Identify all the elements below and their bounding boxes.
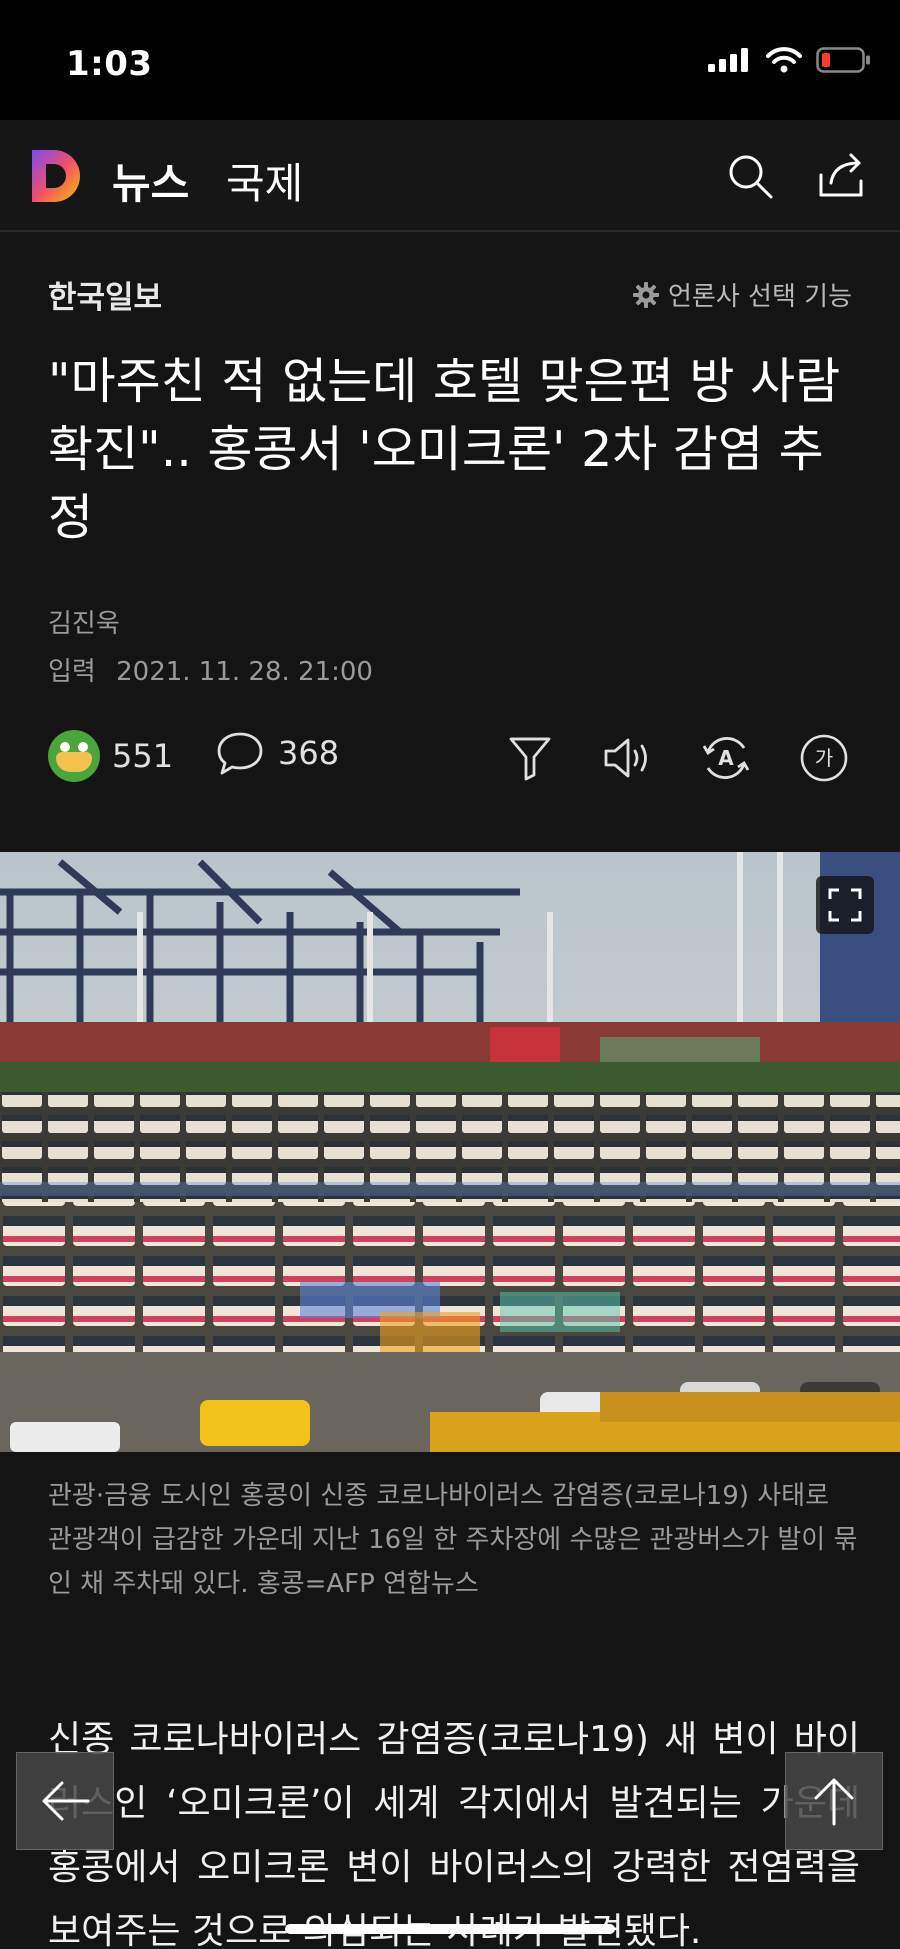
status-bar: 1:03 xyxy=(0,0,900,120)
arrow-left-icon xyxy=(42,1781,90,1821)
photo-caption: 관광·금융 도시인 홍콩이 신종 코로나바이러스 감염증(코로나19) 사태로 … xyxy=(48,1481,858,1599)
signal-icon xyxy=(708,48,748,72)
search-button[interactable] xyxy=(722,148,778,204)
back-button[interactable] xyxy=(16,1752,114,1850)
article-actions: 551 368 A 가 xyxy=(48,730,858,786)
font-size-button[interactable]: 가 xyxy=(798,732,850,784)
bus-parking-lot-photo xyxy=(0,852,900,1452)
scroll-top-button[interactable] xyxy=(785,1752,883,1850)
translate-button[interactable]: A xyxy=(700,732,752,784)
section-title[interactable]: 국제 xyxy=(226,150,303,211)
arrow-up-icon xyxy=(814,1778,854,1826)
font-size-icon: 가 xyxy=(800,734,848,782)
daum-logo[interactable] xyxy=(28,146,88,206)
reaction-button[interactable]: 551 xyxy=(48,730,173,782)
date-label: 입력 xyxy=(48,657,96,687)
publisher-select-label: 언론사 선택 기능 xyxy=(668,282,852,312)
article-headline: "마주친 적 없는데 호텔 맞은편 방 사람 확진".. 홍콩서 '오미크론' … xyxy=(48,353,841,546)
expand-photo-button[interactable] xyxy=(816,876,874,934)
summary-button[interactable] xyxy=(504,732,556,784)
translate-icon: A xyxy=(702,737,750,779)
brand-title[interactable]: 뉴스 xyxy=(112,150,189,211)
expand-icon xyxy=(828,888,862,922)
share-icon xyxy=(819,153,863,197)
article-author[interactable]: 김진욱 xyxy=(48,603,120,640)
status-icons xyxy=(708,46,872,74)
article-date: 입력 2021. 11. 28. 21:00 xyxy=(48,651,373,688)
battery-icon xyxy=(816,47,870,73)
svg-text:A: A xyxy=(718,746,734,770)
search-icon xyxy=(729,155,773,199)
wifi-icon xyxy=(766,47,802,73)
publisher-name[interactable]: 한국일보 xyxy=(48,272,162,317)
comment-count: 368 xyxy=(278,734,340,772)
comment-icon xyxy=(217,732,263,775)
date-value: 2021. 11. 28. 21:00 xyxy=(116,657,373,687)
reaction-count: 551 xyxy=(112,737,174,775)
status-time: 1:03 xyxy=(66,44,153,84)
article-body: 신종 코로나바이러스 감염증(코로나19) 새 변이 바이러스인 ‘오미크론’이… xyxy=(48,1719,860,1949)
tts-button[interactable] xyxy=(602,732,654,784)
home-indicator xyxy=(285,1924,615,1934)
speaker-icon xyxy=(604,738,647,778)
svg-text:가: 가 xyxy=(815,746,833,770)
comment-button[interactable]: 368 xyxy=(216,730,339,776)
share-button[interactable] xyxy=(814,148,870,204)
article-photo[interactable] xyxy=(0,852,900,1452)
publisher-select-button[interactable]: 언론사 선택 기능 xyxy=(632,276,852,313)
funnel-icon xyxy=(509,737,551,781)
app-header: 뉴스 국제 xyxy=(0,120,900,232)
reaction-emoji-icon xyxy=(48,730,100,782)
gear-icon xyxy=(633,281,660,308)
